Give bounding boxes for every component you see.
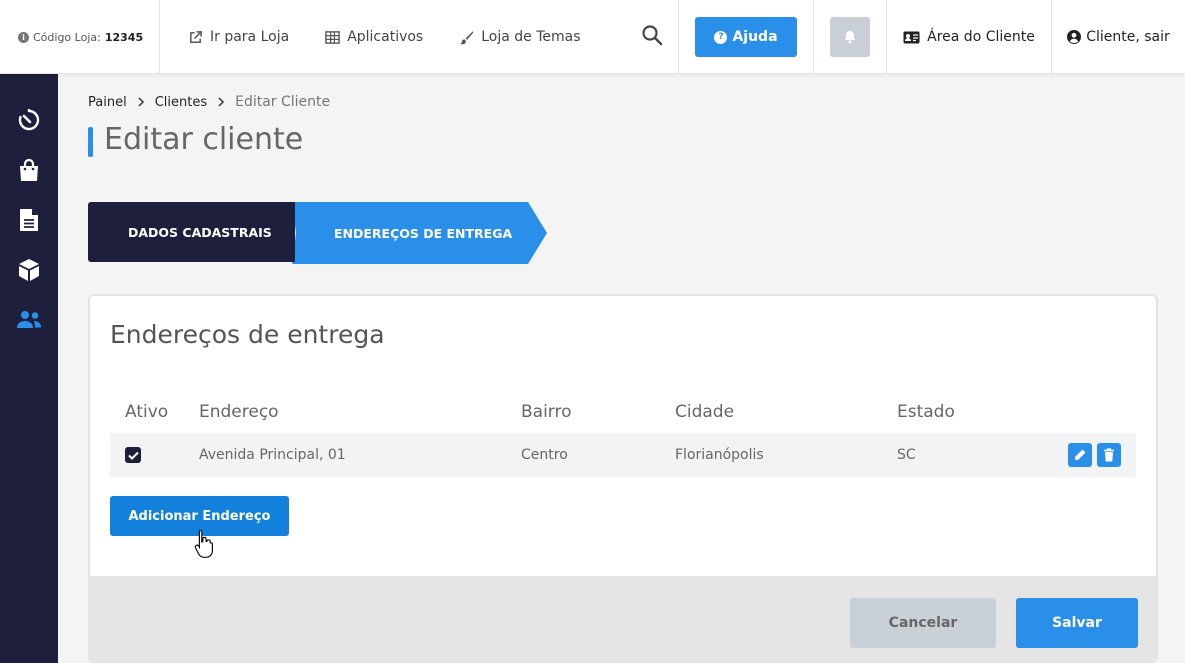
cell-city: Florianópolis <box>675 447 764 463</box>
help-cell: ? Ajuda <box>679 0 814 74</box>
col-state: Estado <box>897 402 955 422</box>
breadcrumb-clientes[interactable]: Clientes <box>155 95 207 110</box>
delete-address-button[interactable] <box>1097 443 1121 467</box>
col-city: Cidade <box>675 402 735 422</box>
check-icon <box>127 451 139 460</box>
page-title: Editar cliente <box>104 122 304 157</box>
nav-theme-store[interactable]: Loja de Temas <box>459 29 581 45</box>
external-link-icon <box>190 30 202 43</box>
client-area-label: Área do Cliente <box>927 29 1035 45</box>
users-icon <box>17 311 41 328</box>
col-district: Bairro <box>521 402 572 422</box>
pencil-icon <box>1075 449 1086 460</box>
step-registration-data-label: DADOS CADASTRAIS <box>128 224 272 240</box>
help-label: Ajuda <box>732 29 778 45</box>
bell-icon <box>844 31 856 44</box>
table-row: Avenida Principal, 01 Centro Florianópol… <box>110 433 1136 477</box>
addresses-card: Endereços de entrega Ativo Endereço Bair… <box>88 294 1158 663</box>
dashboard-timer-icon <box>18 109 40 131</box>
trash-icon <box>1104 448 1114 462</box>
grid-icon <box>325 30 340 44</box>
save-button[interactable]: Salvar <box>1016 598 1138 648</box>
nav-apps-label: Aplicativos <box>347 29 424 45</box>
hand-cursor-icon <box>194 529 213 558</box>
sidebar-item-dashboard[interactable] <box>16 107 42 133</box>
logout-link[interactable]: Cliente, sair <box>1052 0 1185 74</box>
title-accent-bar <box>88 127 93 157</box>
cell-district: Centro <box>521 447 568 463</box>
top-bar: i Código Loja: 12345 Ir para Loja Aplica… <box>0 0 1185 74</box>
info-icon: i <box>18 31 29 43</box>
step-delivery-addresses[interactable]: ENDEREÇOS DE ENTREGA <box>292 202 547 264</box>
active-checkbox[interactable] <box>125 447 141 463</box>
sidebar <box>0 74 58 663</box>
breadcrumb-painel[interactable]: Painel <box>88 95 127 110</box>
store-code-label: Código Loja: <box>33 30 101 44</box>
sidebar-item-customers[interactable] <box>16 307 42 333</box>
nav-go-to-store-label: Ir para Loja <box>210 29 290 45</box>
search-icon[interactable] <box>641 24 663 46</box>
col-address: Endereço <box>199 402 279 422</box>
nav-go-to-store[interactable]: Ir para Loja <box>188 29 289 45</box>
step-delivery-addresses-label: ENDEREÇOS DE ENTREGA <box>334 225 513 241</box>
document-icon <box>20 209 38 231</box>
notifications-button[interactable] <box>830 17 870 57</box>
shopping-bag-icon <box>20 158 38 181</box>
nav-theme-store-label: Loja de Temas <box>481 29 581 45</box>
edit-address-button[interactable] <box>1068 443 1092 467</box>
sidebar-item-orders[interactable] <box>16 157 42 183</box>
user-circle-icon <box>1067 30 1082 44</box>
cell-state: SC <box>897 447 916 463</box>
form-steps: ENDEREÇOS DE ENTREGA DADOS CADASTRAIS <box>88 202 558 264</box>
cancel-button[interactable]: Cancelar <box>850 598 996 648</box>
box-icon <box>19 259 39 281</box>
client-area-link[interactable]: Área do Cliente <box>887 0 1052 74</box>
store-code-value: 12345 <box>104 30 144 44</box>
top-nav: Ir para Loja Aplicativos Loja de Temas <box>160 0 679 74</box>
nav-apps[interactable]: Aplicativos <box>325 29 423 45</box>
store-code: i Código Loja: 12345 <box>0 0 160 74</box>
question-icon: ? <box>714 30 728 44</box>
help-button[interactable]: ? Ajuda <box>695 17 797 57</box>
notifications-cell <box>814 0 887 74</box>
form-footer: Cancelar Salvar <box>90 576 1156 661</box>
sidebar-item-documents[interactable] <box>16 207 42 233</box>
cell-address: Avenida Principal, 01 <box>199 447 346 463</box>
logout-label: Cliente, sair <box>1086 29 1170 45</box>
step-registration-data[interactable]: DADOS CADASTRAIS <box>88 202 295 262</box>
table-header: Ativo Endereço Bairro Cidade Estado <box>110 400 1136 428</box>
col-active: Ativo <box>125 402 169 422</box>
breadcrumb: Painel Clientes Editar Cliente <box>88 94 330 110</box>
chevron-right-icon <box>218 97 225 107</box>
addresses-title: Endereços de entrega <box>110 320 385 349</box>
brush-icon <box>460 30 474 44</box>
chevron-right-icon <box>138 97 144 107</box>
sidebar-item-products[interactable] <box>16 257 42 283</box>
id-card-icon <box>903 31 920 43</box>
breadcrumb-current: Editar Cliente <box>235 94 331 110</box>
